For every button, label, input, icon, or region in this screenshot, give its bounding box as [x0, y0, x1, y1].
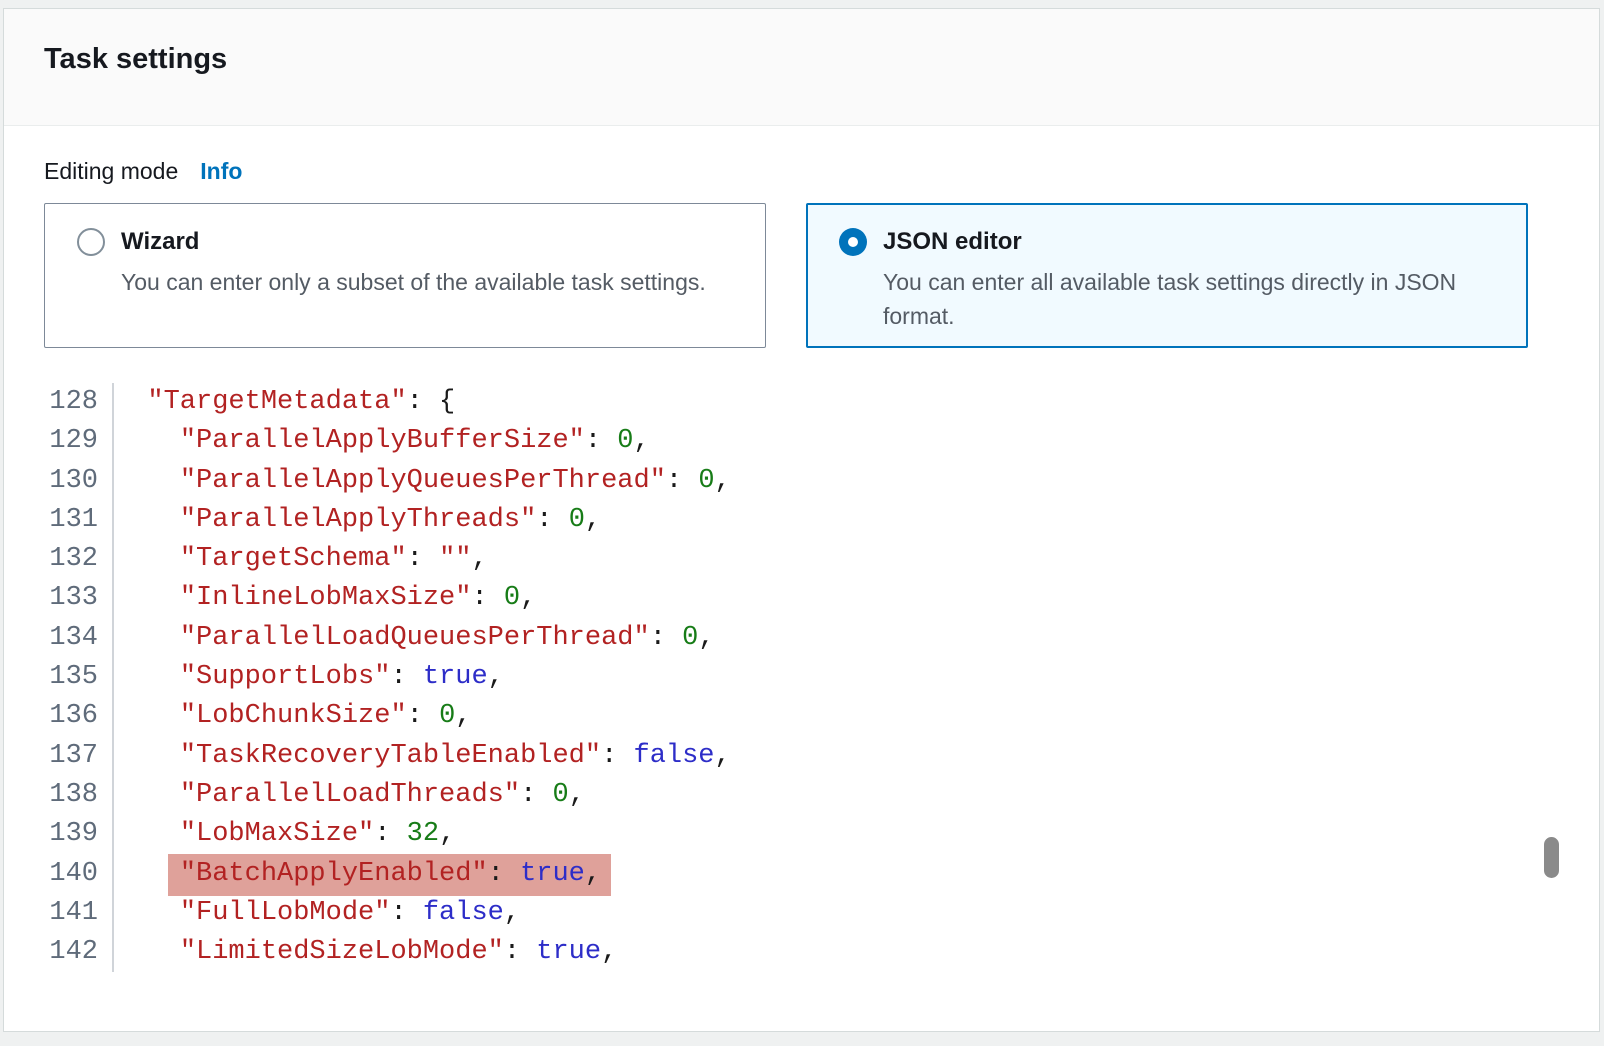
code-text: "TargetMetadata": { — [114, 383, 455, 422]
code-text: "BatchApplyEnabled": true, — [114, 855, 611, 894]
line-number: 138 — [44, 776, 114, 815]
code-text: "TaskRecoveryTableEnabled": false, — [114, 737, 731, 776]
code-text: "ParallelLoadThreads": 0, — [114, 776, 585, 815]
code-line-133[interactable]: 133 "InlineLobMaxSize": 0, — [44, 579, 1559, 618]
code-line-136[interactable]: 136 "LobChunkSize": 0, — [44, 697, 1559, 736]
tile-json-editor-text: JSON editor You can enter all available … — [883, 226, 1483, 346]
editing-mode-row: Editing mode Info — [44, 158, 1559, 185]
scrollbar-thumb[interactable] — [1544, 837, 1559, 878]
code-line-141[interactable]: 141 "FullLobMode": false, — [44, 894, 1559, 933]
line-number: 128 — [44, 383, 114, 422]
line-number: 135 — [44, 658, 114, 697]
code-text: "SupportLobs": true, — [114, 658, 504, 697]
info-link[interactable]: Info — [200, 158, 242, 185]
tile-wizard-label: Wizard — [121, 226, 706, 258]
tile-wizard[interactable]: Wizard You can enter only a subset of th… — [44, 203, 766, 348]
line-number: 131 — [44, 501, 114, 540]
code-line-132[interactable]: 132 "TargetSchema": "", — [44, 540, 1559, 579]
code-text: "ParallelApplyBufferSize": 0, — [114, 422, 650, 461]
radio-button-json-editor[interactable] — [839, 228, 867, 256]
code-line-142[interactable]: 142 "LimitedSizeLobMode": true, — [44, 933, 1559, 972]
code-text: "LimitedSizeLobMode": true, — [114, 933, 617, 972]
code-line-135[interactable]: 135 "SupportLobs": true, — [44, 658, 1559, 697]
tile-wizard-description: You can enter only a subset of the avail… — [121, 265, 706, 299]
radio-inner-dot — [848, 237, 858, 247]
tile-wizard-text: Wizard You can enter only a subset of th… — [121, 226, 706, 347]
card-content: Editing mode Info Wizard You can enter o… — [4, 158, 1599, 972]
line-number: 130 — [44, 462, 114, 501]
code-line-137[interactable]: 137 "TaskRecoveryTableEnabled": false, — [44, 737, 1559, 776]
line-number: 133 — [44, 579, 114, 618]
code-text: "LobChunkSize": 0, — [114, 697, 471, 736]
code-text: "LobMaxSize": 32, — [114, 815, 455, 854]
page-background: Task settings Editing mode Info Wizard Y… — [0, 0, 1604, 1046]
line-number: 136 — [44, 697, 114, 736]
editing-mode-label: Editing mode — [44, 158, 178, 185]
code-text: "ParallelApplyThreads": 0, — [114, 501, 601, 540]
line-number: 137 — [44, 737, 114, 776]
editing-mode-tiles: Wizard You can enter only a subset of th… — [44, 203, 1559, 348]
card-header: Task settings — [4, 9, 1599, 126]
highlighted-code: "BatchApplyEnabled": true, — [168, 854, 611, 896]
code-line-129[interactable]: 129 "ParallelApplyBufferSize": 0, — [44, 422, 1559, 461]
code-text: "TargetSchema": "", — [114, 540, 488, 579]
task-settings-card: Task settings Editing mode Info Wizard Y… — [3, 8, 1600, 1032]
code-line-131[interactable]: 131 "ParallelApplyThreads": 0, — [44, 501, 1559, 540]
tile-json-editor[interactable]: JSON editor You can enter all available … — [806, 203, 1528, 348]
code-text: "ParallelLoadQueuesPerThread": 0, — [114, 619, 715, 658]
line-number: 134 — [44, 619, 114, 658]
line-number: 132 — [44, 540, 114, 579]
line-number: 141 — [44, 894, 114, 933]
code-line-134[interactable]: 134 "ParallelLoadQueuesPerThread": 0, — [44, 619, 1559, 658]
tile-json-editor-description: You can enter all available task setting… — [883, 265, 1483, 333]
line-number: 140 — [44, 855, 114, 894]
code-line-130[interactable]: 130 "ParallelApplyQueuesPerThread": 0, — [44, 462, 1559, 501]
code-text: "InlineLobMaxSize": 0, — [114, 579, 536, 618]
code-line-139[interactable]: 139 "LobMaxSize": 32, — [44, 815, 1559, 854]
json-code-editor[interactable]: 128 "TargetMetadata": {129 "ParallelAppl… — [44, 383, 1559, 972]
tile-json-editor-label: JSON editor — [883, 226, 1483, 258]
line-number: 129 — [44, 422, 114, 461]
code-text: "FullLobMode": false, — [114, 894, 520, 933]
code-text: "ParallelApplyQueuesPerThread": 0, — [114, 462, 731, 501]
code-line-140[interactable]: 140 "BatchApplyEnabled": true, — [44, 855, 1559, 894]
code-line-138[interactable]: 138 "ParallelLoadThreads": 0, — [44, 776, 1559, 815]
line-number: 139 — [44, 815, 114, 854]
line-number: 142 — [44, 933, 114, 972]
radio-button-wizard[interactable] — [77, 228, 105, 256]
code-line-128[interactable]: 128 "TargetMetadata": { — [44, 383, 1559, 422]
page-title: Task settings — [44, 43, 1559, 76]
